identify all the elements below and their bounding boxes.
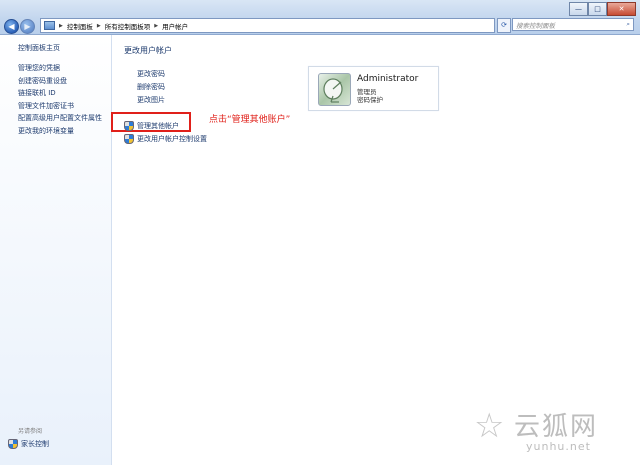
watermark-brand: 云狐网 — [514, 412, 599, 442]
back-button[interactable]: ◀ — [4, 19, 19, 34]
satellite-dish-icon — [323, 78, 343, 103]
search-icon: ⌕ — [626, 20, 630, 28]
parental-controls-label: 家长控制 — [21, 440, 49, 448]
shield-icon — [124, 134, 134, 144]
parental-controls-link[interactable]: 家长控制 — [8, 439, 49, 449]
window-controls: — □ ✕ — [569, 2, 636, 16]
uac-settings-label: 更改用户帐户控制设置 — [137, 135, 207, 143]
shield-icon — [124, 121, 134, 131]
change-picture-link[interactable]: 更改图片 — [137, 94, 165, 107]
shield-icon — [8, 439, 18, 449]
change-password-link[interactable]: 更改密码 — [137, 68, 165, 81]
sidebar-links: 管理您的凭据 创建密码重设盘 链接联机 ID 管理文件加密证书 配置高级用户配置… — [18, 62, 102, 137]
breadcrumb-user-accounts[interactable]: 用户帐户 — [162, 21, 188, 31]
account-card: Administrator 管理员 密码保护 — [308, 66, 439, 111]
sidebar-item-profile-properties[interactable]: 配置高级用户配置文件属性 — [18, 112, 102, 125]
star-logo-icon: ☆ — [474, 406, 505, 446]
manage-other-accounts-label: 管理其他帐户 — [137, 122, 179, 130]
search-input[interactable]: 搜索控制面板 ⌕ — [512, 18, 634, 31]
address-bar[interactable]: ▶ 控制面板 ▶ 所有控制面板项 ▶ 用户帐户 — [40, 18, 495, 33]
annotation-text: 点击“管理其他账户” — [209, 115, 291, 125]
watermark-url: yunhu.net — [526, 440, 591, 453]
uac-settings-link[interactable]: 更改用户帐户控制设置 — [124, 134, 207, 144]
see-also-heading: 另请参阅 — [18, 428, 43, 435]
account-actions: 更改密码 删除密码 更改图片 — [137, 68, 165, 107]
search-placeholder: 搜索控制面板 — [516, 21, 555, 30]
breadcrumb-all-items[interactable]: 所有控制面板项 — [105, 21, 151, 31]
chevron-right-icon: ▶ — [96, 22, 101, 29]
sidebar-item-online-id[interactable]: 链接联机 ID — [18, 87, 102, 100]
account-name: Administrator — [357, 74, 419, 84]
refresh-icon: ⟳ — [501, 21, 507, 29]
window-chrome: — □ ✕ ◀ ▶ ▶ 控制面板 ▶ 所有控制面板项 ▶ 用户帐户 ⟳ 搜索控制… — [0, 0, 640, 35]
sidebar-home-link[interactable]: 控制面板主页 — [18, 43, 60, 53]
minimize-button[interactable]: — — [569, 2, 588, 16]
sidebar-item-credentials[interactable]: 管理您的凭据 — [18, 62, 102, 75]
user-avatar[interactable] — [318, 73, 351, 106]
sidebar-item-file-encryption[interactable]: 管理文件加密证书 — [18, 100, 102, 113]
manage-other-accounts-link[interactable]: 管理其他帐户 — [124, 121, 179, 131]
breadcrumb-control-panel[interactable]: 控制面板 — [67, 21, 93, 31]
refresh-button[interactable]: ⟳ — [497, 18, 511, 33]
control-panel-folder-icon — [44, 21, 55, 30]
account-status: 密码保护 — [357, 96, 383, 104]
sidebar-item-environment-variables[interactable]: 更改我的环境变量 — [18, 125, 102, 138]
chevron-right-icon: ▶ — [154, 22, 159, 29]
page-title: 更改用户帐户 — [124, 46, 172, 55]
forward-button[interactable]: ▶ — [20, 19, 35, 34]
remove-password-link[interactable]: 删除密码 — [137, 81, 165, 94]
sidebar-item-reset-disk[interactable]: 创建密码重设盘 — [18, 75, 102, 88]
close-button[interactable]: ✕ — [607, 2, 636, 16]
watermark: ☆ 云狐网 yunhu.net — [474, 402, 634, 462]
chevron-right-icon: ▶ — [59, 22, 63, 29]
sidebar: 控制面板主页 管理您的凭据 创建密码重设盘 链接联机 ID 管理文件加密证书 配… — [0, 35, 112, 465]
maximize-button[interactable]: □ — [588, 2, 607, 16]
